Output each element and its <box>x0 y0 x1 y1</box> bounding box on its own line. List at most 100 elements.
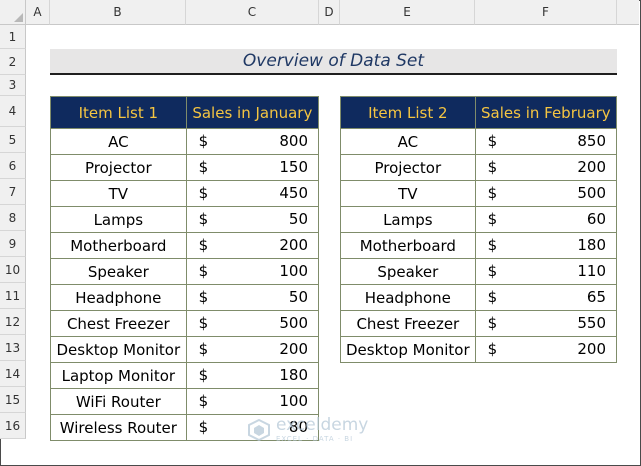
table-row: AC $800 <box>50 128 320 155</box>
sales-value: 100 <box>279 262 308 280</box>
sales-cell[interactable]: $180 <box>185 362 320 389</box>
sales-cell[interactable]: $200 <box>474 154 618 181</box>
currency-symbol: $ <box>487 288 498 306</box>
row-header-10[interactable]: 10 <box>0 257 26 283</box>
item-cell[interactable]: TV <box>50 180 187 207</box>
table-header-row: Item List 2 Sales in February <box>340 96 618 129</box>
currency-symbol: $ <box>487 236 498 254</box>
row-header-3[interactable]: 3 <box>0 75 26 96</box>
sheet-title-text: Overview of Data Set <box>242 51 425 71</box>
sales-cell[interactable]: $200 <box>185 336 320 363</box>
sales-cell[interactable]: $180 <box>474 232 618 259</box>
sales-cell[interactable]: $450 <box>185 180 320 207</box>
item-cell[interactable]: Desktop Monitor <box>340 336 476 363</box>
sales-cell[interactable]: $110 <box>474 258 618 285</box>
column-title-item-list-2[interactable]: Item List 2 <box>340 96 476 129</box>
row-header-15[interactable]: 15 <box>0 387 26 413</box>
sales-cell[interactable]: $550 <box>474 310 618 337</box>
table-row: Lamps $60 <box>340 206 618 233</box>
row-header-2[interactable]: 2 <box>0 49 26 75</box>
sales-cell[interactable]: $65 <box>474 284 618 311</box>
sales-cell[interactable]: $50 <box>185 284 320 311</box>
currency-symbol: $ <box>487 184 498 202</box>
item-cell[interactable]: Motherboard <box>50 232 187 259</box>
sales-value: 60 <box>586 210 606 228</box>
row-header-1[interactable]: 1 <box>0 25 26 49</box>
row-header-8[interactable]: 8 <box>0 205 26 231</box>
table-row: Laptop Monitor $180 <box>50 362 320 389</box>
row-header-12[interactable]: 12 <box>0 309 26 335</box>
row-header-16[interactable]: 16 <box>0 413 26 439</box>
item-cell[interactable]: Desktop Monitor <box>50 336 187 363</box>
column-header-filler <box>617 0 639 25</box>
sales-cell[interactable]: $80 <box>185 414 320 441</box>
item-cell[interactable]: Lamps <box>50 206 187 233</box>
column-title-sales-february[interactable]: Sales in February <box>474 96 618 129</box>
row-header-6[interactable]: 6 <box>0 153 26 179</box>
row-header-13[interactable]: 13 <box>0 335 26 361</box>
sales-cell[interactable]: $60 <box>474 206 618 233</box>
item-cell[interactable]: Projector <box>340 154 476 181</box>
sales-cell[interactable]: $150 <box>185 154 320 181</box>
sales-value: 180 <box>279 366 308 384</box>
row-header-5[interactable]: 5 <box>0 127 26 153</box>
column-header-b[interactable]: B <box>50 0 186 25</box>
item-cell[interactable]: Laptop Monitor <box>50 362 187 389</box>
item-cell[interactable]: Lamps <box>340 206 476 233</box>
item-cell[interactable]: Chest Freezer <box>50 310 187 337</box>
item-cell[interactable]: TV <box>340 180 476 207</box>
row-header-7[interactable]: 7 <box>0 179 26 205</box>
table-row: Projector $150 <box>50 154 320 181</box>
item-cell[interactable]: Motherboard <box>340 232 476 259</box>
sales-value: 200 <box>279 340 308 358</box>
sheet-title[interactable]: Overview of Data Set <box>50 49 617 75</box>
column-title-sales-january[interactable]: Sales in January <box>185 96 320 129</box>
column-header-a[interactable]: A <box>26 0 50 25</box>
sales-cell[interactable]: $850 <box>474 128 618 155</box>
row-header-9[interactable]: 9 <box>0 231 26 257</box>
item-cell[interactable]: AC <box>340 128 476 155</box>
sales-cell[interactable]: $100 <box>185 258 320 285</box>
item-cell[interactable]: Speaker <box>340 258 476 285</box>
currency-symbol: $ <box>198 132 209 150</box>
sales-value: 850 <box>577 132 606 150</box>
sales-value: 200 <box>577 340 606 358</box>
row-header-14[interactable]: 14 <box>0 361 26 387</box>
item-cell[interactable]: Speaker <box>50 258 187 285</box>
column-header-c[interactable]: C <box>186 0 319 25</box>
sales-cell[interactable]: $50 <box>185 206 320 233</box>
column-header-d[interactable]: D <box>319 0 340 25</box>
currency-symbol: $ <box>487 314 498 332</box>
select-all-corner[interactable] <box>0 0 26 25</box>
sales-value: 80 <box>288 418 308 436</box>
currency-symbol: $ <box>198 184 209 202</box>
row-header-11[interactable]: 11 <box>0 283 26 309</box>
column-header-f[interactable]: F <box>475 0 617 25</box>
sales-value: 500 <box>279 314 308 332</box>
currency-symbol: $ <box>198 418 209 436</box>
column-title-item-list-1[interactable]: Item List 1 <box>50 96 187 129</box>
sales-table-january: Item List 1 Sales in January AC $800 Proje… <box>50 96 320 441</box>
item-cell[interactable]: Headphone <box>50 284 187 311</box>
sales-cell[interactable]: $800 <box>185 128 320 155</box>
sales-cell[interactable]: $500 <box>474 180 618 207</box>
item-cell[interactable]: AC <box>50 128 187 155</box>
sales-value: 800 <box>279 132 308 150</box>
sales-cell[interactable]: $100 <box>185 388 320 415</box>
currency-symbol: $ <box>198 366 209 384</box>
item-cell[interactable]: Projector <box>50 154 187 181</box>
item-cell[interactable]: WiFi Router <box>50 388 187 415</box>
item-cell[interactable]: Wireless Router <box>50 414 187 441</box>
item-cell[interactable]: Chest Freezer <box>340 310 476 337</box>
sales-cell[interactable]: $200 <box>185 232 320 259</box>
column-header-e[interactable]: E <box>340 0 475 25</box>
item-cell[interactable]: Headphone <box>340 284 476 311</box>
table-row: TV $500 <box>340 180 618 207</box>
sales-cell[interactable]: $500 <box>185 310 320 337</box>
table-row: Headphone $65 <box>340 284 618 311</box>
sales-cell[interactable]: $200 <box>474 336 618 363</box>
currency-symbol: $ <box>198 236 209 254</box>
sales-value: 450 <box>279 184 308 202</box>
table-row: AC $850 <box>340 128 618 155</box>
row-header-4[interactable]: 4 <box>0 96 26 127</box>
